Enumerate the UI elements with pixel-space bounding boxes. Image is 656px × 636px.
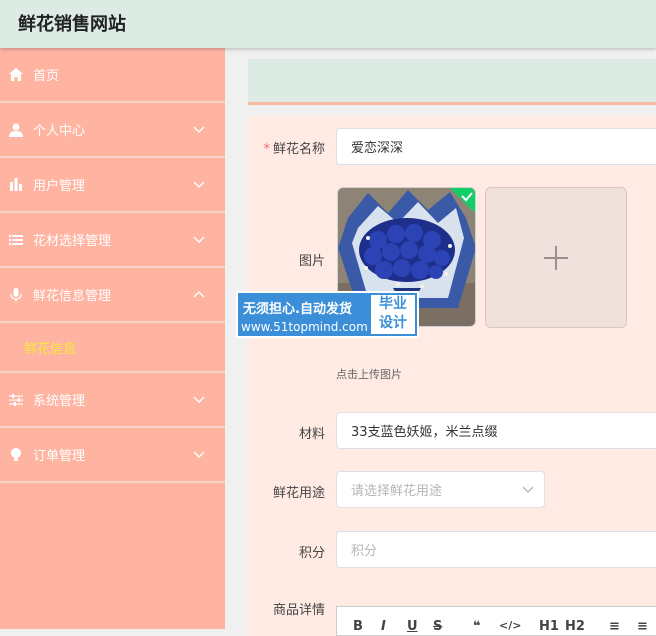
- ordered-list-button[interactable]: ≡: [609, 619, 620, 634]
- underline-button[interactable]: U: [407, 619, 418, 634]
- bold-button[interactable]: B: [353, 619, 363, 634]
- sidebar-item-label: 系统管理: [33, 394, 86, 409]
- watermark-box: 毕业 设计: [371, 295, 415, 334]
- sidebar-item-users[interactable]: 用户管理: [0, 158, 225, 213]
- content-banner: [248, 59, 656, 105]
- user-icon: [9, 123, 23, 137]
- chevron-down-icon: [522, 486, 534, 493]
- strike-button[interactable]: S: [433, 619, 442, 634]
- sidebar: 首页 个人中心 用户管理 花材选择管理 鲜花信息管理 鲜花信息 系统管理 订单管…: [0, 48, 225, 629]
- home-icon: [9, 68, 23, 82]
- purpose-select[interactable]: 请选择鲜花用途: [336, 471, 545, 508]
- sidebar-item-home[interactable]: 首页: [0, 48, 225, 103]
- sidebar-item-label: 订单管理: [33, 449, 86, 464]
- microphone-icon: [9, 287, 23, 302]
- points-input[interactable]: 积分: [336, 531, 656, 568]
- sidebar-item-label: 鲜花信息管理: [33, 289, 112, 304]
- watermark-badge: 无须担心.自动发货 www.51topmind.com 毕业 设计: [236, 291, 419, 338]
- chevron-down-icon: [193, 181, 205, 188]
- h1-button[interactable]: H1: [539, 619, 559, 634]
- purpose-select-placeholder: 请选择鲜花用途: [351, 484, 443, 499]
- material-label: 材料: [298, 427, 325, 442]
- watermark-box-line1: 毕业: [379, 296, 407, 312]
- app-title: 鲜花销售网站: [18, 14, 126, 35]
- flower-name-label: * 鲜花名称: [263, 142, 325, 157]
- upload-image-button[interactable]: [485, 187, 627, 328]
- watermark-box-line2: 设计: [379, 315, 407, 331]
- editor-toolbar: B I U S ❝ </> H1 H2 ≡ ≡: [336, 606, 656, 636]
- sidebar-item-label: 个人中心: [33, 124, 86, 139]
- sidebar-item-materials[interactable]: 花材选择管理: [0, 213, 225, 268]
- flower-name-input[interactable]: 爱恋深深: [336, 128, 656, 165]
- plus-icon: [544, 245, 568, 270]
- sidebar-item-flower-info[interactable]: 鲜花信息管理: [0, 268, 225, 323]
- sliders-icon: [9, 393, 23, 407]
- points-input-placeholder: 积分: [351, 544, 378, 559]
- bullet-list-button[interactable]: ≡: [637, 619, 648, 634]
- bar-chart-icon: [9, 178, 23, 192]
- sidebar-item-label: 首页: [33, 69, 60, 84]
- upload-hint: 点击上传图片: [336, 368, 402, 381]
- points-label: 积分: [298, 546, 325, 561]
- chevron-down-icon: [193, 451, 205, 458]
- top-bar: 鲜花销售网站: [0, 0, 656, 48]
- material-input[interactable]: 33支蓝色妖姬，米兰点缀: [336, 412, 656, 449]
- purpose-label: 鲜花用途: [272, 486, 325, 501]
- quote-button[interactable]: ❝: [473, 619, 481, 634]
- sidebar-subitem-flower-info[interactable]: 鲜花信息: [0, 323, 225, 373]
- sidebar-subitem-label: 鲜花信息: [24, 341, 77, 357]
- sidebar-item-orders[interactable]: 订单管理: [0, 428, 225, 483]
- list-icon: [9, 233, 23, 247]
- code-button[interactable]: </>: [499, 619, 521, 632]
- sidebar-item-label: 花材选择管理: [33, 234, 112, 249]
- image-label: 图片: [298, 254, 325, 269]
- sidebar-item-system[interactable]: 系统管理: [0, 373, 225, 428]
- italic-button[interactable]: I: [381, 619, 386, 634]
- sidebar-item-profile[interactable]: 个人中心: [0, 103, 225, 158]
- watermark-line1: 无须担心.自动发货: [243, 302, 352, 317]
- chevron-down-icon: [193, 126, 205, 133]
- chevron-down-icon: [193, 396, 205, 403]
- sidebar-item-label: 用户管理: [33, 179, 86, 194]
- detail-label: 商品详情: [272, 603, 325, 618]
- watermark-line2: www.51topmind.com: [241, 320, 368, 334]
- bulb-icon: [9, 447, 23, 462]
- chevron-down-icon: [193, 236, 205, 243]
- h2-button[interactable]: H2: [565, 619, 585, 634]
- chevron-up-icon: [193, 290, 205, 297]
